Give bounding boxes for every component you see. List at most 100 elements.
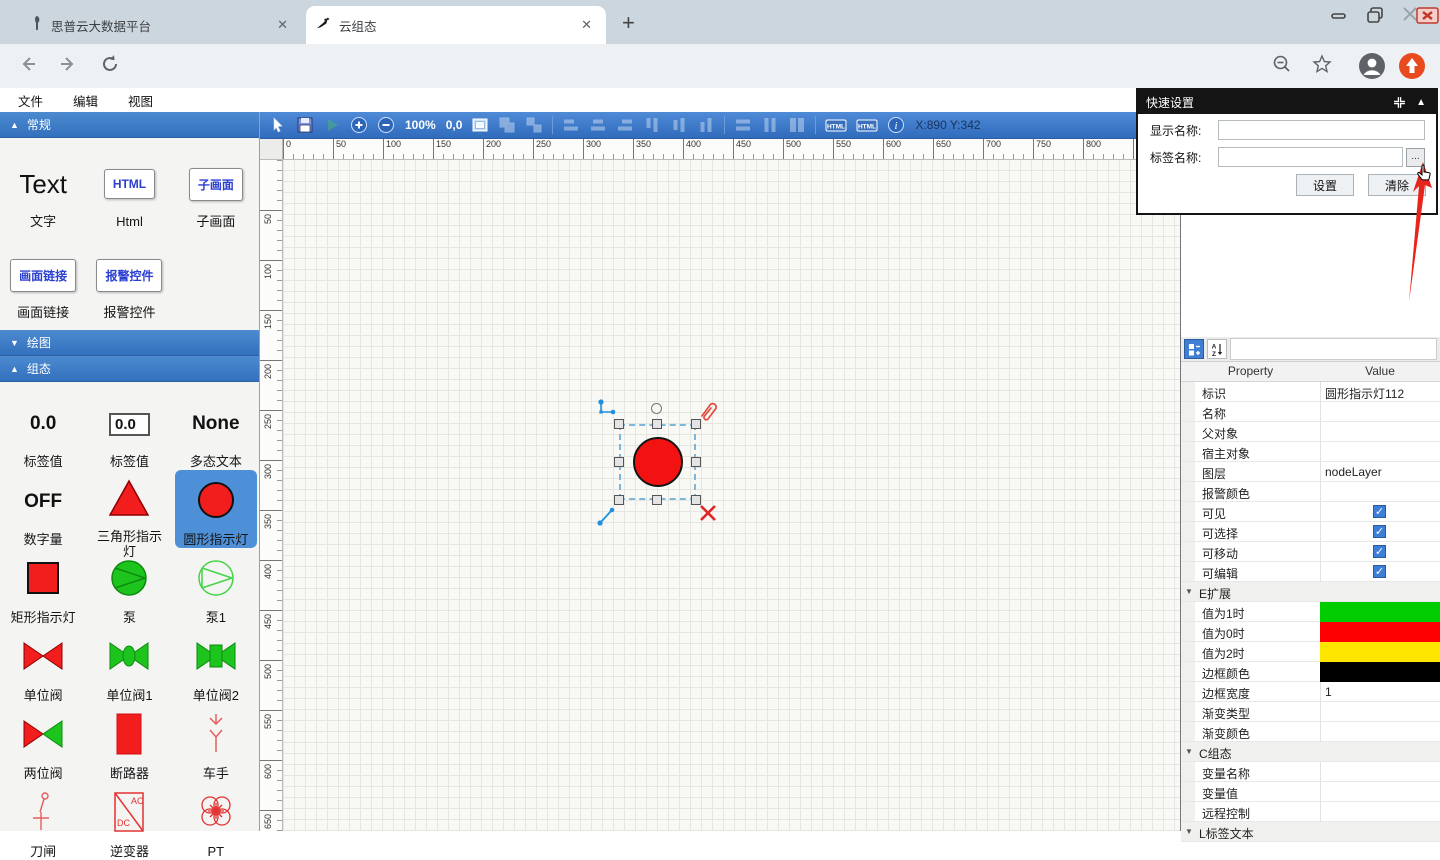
apply-button[interactable]: 设置 (1296, 174, 1354, 196)
checkbox-checked[interactable]: ✓ (1373, 525, 1386, 538)
tag-name-input[interactable] (1218, 147, 1403, 167)
palette-item-标签值[interactable]: 0.0标签值 (2, 392, 84, 470)
attach-paperclip-icon[interactable] (698, 400, 720, 429)
line-tool-icon[interactable] (596, 505, 618, 532)
resize-handle[interactable] (614, 495, 624, 505)
reload-icon[interactable] (100, 54, 120, 80)
dock-collapse-icon[interactable] (1393, 96, 1406, 109)
profile-avatar-icon[interactable] (1358, 52, 1386, 85)
color-swatch[interactable] (1320, 622, 1440, 642)
palette-group-header-绘图[interactable]: ▼绘图 (0, 330, 259, 356)
rotate-handle[interactable] (651, 403, 662, 414)
window-restore-button[interactable] (1364, 6, 1386, 29)
resize-handle[interactable] (614, 457, 624, 467)
display-name-input[interactable] (1218, 120, 1425, 140)
triangle-red-icon (107, 476, 151, 525)
forward-icon[interactable] (58, 54, 78, 80)
toolbar-html-export-icon[interactable]: HTML (825, 116, 847, 134)
palette-item-画面链接[interactable]: 画面链接画面链接 (2, 243, 84, 320)
sample-text: None (192, 413, 240, 435)
palette-item-单位阀[interactable]: 单位阀 (2, 626, 84, 704)
new-tab-button[interactable]: + (622, 10, 635, 36)
h-ruler-tick: 150 (433, 139, 451, 160)
palette-item-两位阀[interactable]: 两位阀 (2, 704, 84, 782)
palette-item-刀闸[interactable]: 刀闸 (2, 782, 84, 860)
valve-red-icon (21, 634, 65, 683)
back-icon[interactable] (18, 54, 38, 80)
checkbox-checked[interactable]: ✓ (1373, 505, 1386, 518)
selected-circle-indicator-shape[interactable] (633, 437, 683, 487)
menu-item-视图[interactable]: 视图 (128, 91, 153, 110)
palette-item-矩形指示灯[interactable]: 矩形指示灯 (2, 548, 84, 626)
color-swatch[interactable] (1320, 642, 1440, 662)
property-value[interactable]: 圆形指示灯112 (1325, 385, 1437, 402)
toolbar-cursor-icon[interactable] (269, 116, 287, 134)
property-row-渐变颜色: 渐变颜色 (1181, 722, 1440, 742)
menu-item-文件[interactable]: 文件 (18, 91, 43, 110)
property-row-父对象: 父对象 (1181, 422, 1440, 442)
toolbar-zoom-in-icon[interactable] (350, 116, 368, 134)
toolbar-canvas-grid-icon[interactable] (471, 116, 489, 134)
inverter-icon: ACDC (107, 790, 151, 839)
property-value[interactable]: nodeLayer (1325, 465, 1437, 479)
property-row-C组态[interactable]: ▼C组态 (1181, 742, 1440, 762)
checkbox-checked[interactable]: ✓ (1373, 545, 1386, 558)
window-minimize-button[interactable] (1328, 6, 1350, 29)
palette-group-header-组态[interactable]: ▲组态 (0, 356, 259, 382)
v-ruler-tick: 100 (260, 260, 283, 261)
palette-item-文字[interactable]: Text文字 (2, 152, 84, 229)
property-value[interactable]: 1 (1325, 685, 1437, 699)
delete-x-icon[interactable] (698, 503, 718, 528)
menu-item-编辑[interactable]: 编辑 (73, 91, 98, 110)
design-canvas[interactable] (283, 160, 1180, 831)
browser-tab-scada[interactable]: 云组态 ✕ (306, 6, 606, 44)
resize-handle[interactable] (652, 495, 662, 505)
quick-settings-header[interactable]: 快速设置 ▲ (1138, 90, 1436, 114)
palette-item-三角形指示灯[interactable]: 三角形指示灯 (88, 470, 170, 548)
palette-item-数字量[interactable]: OFF数字量 (2, 470, 84, 548)
palette-item-子画面[interactable]: 子画面子画面 (175, 152, 257, 229)
property-row-L标签文本[interactable]: ▼L标签文本 (1181, 822, 1440, 842)
browser-brand-icon[interactable] (1398, 52, 1426, 85)
palette-item-报警控件[interactable]: 报警控件报警控件 (88, 243, 170, 320)
palette-item-Html[interactable]: HTMLHtml (88, 152, 170, 229)
resize-handle[interactable] (652, 419, 662, 429)
browser-tab-platform[interactable]: 思普云大数据平台 ✕ (20, 6, 302, 44)
resize-handle[interactable] (691, 457, 701, 467)
tab-close-icon[interactable]: ✕ (577, 15, 596, 35)
v-ruler-tick: 650 (260, 810, 283, 811)
palette-item-圆形指示灯[interactable]: 圆形指示灯 (175, 470, 257, 548)
palette-item-多态文本[interactable]: None多态文本 (175, 392, 257, 470)
palette-item-断路器[interactable]: 断路器 (88, 704, 170, 782)
tag-browse-button[interactable]: ... (1406, 148, 1425, 167)
toolbar-info-icon[interactable]: i (887, 116, 905, 134)
zoom-out-page-icon[interactable] (1272, 54, 1292, 80)
svg-text:HTML: HTML (858, 124, 876, 131)
palette-item-标签值[interactable]: 0.0标签值 (88, 392, 170, 470)
property-row-E扩展[interactable]: ▼E扩展 (1181, 582, 1440, 602)
sample-button: HTML (104, 169, 155, 199)
palette-item-泵[interactable]: 泵 (88, 548, 170, 626)
palette-group-header-常规[interactable]: ▲常规 (0, 112, 259, 138)
sort-az-button[interactable]: AZ (1207, 339, 1227, 359)
toolbar-zoom-out-icon[interactable] (377, 116, 395, 134)
color-swatch[interactable] (1320, 602, 1440, 622)
checkbox-checked[interactable]: ✓ (1373, 565, 1386, 578)
categorize-view-button[interactable] (1184, 339, 1204, 359)
collapse-panel-icon[interactable]: ▲ (1416, 97, 1426, 108)
toolbar-html-preview-icon[interactable]: HTML (856, 116, 878, 134)
palette-item-单位阀1[interactable]: 单位阀1 (88, 626, 170, 704)
toolbar-save-icon[interactable] (296, 116, 314, 134)
color-swatch[interactable] (1320, 662, 1440, 682)
tab-close-icon[interactable]: ✕ (273, 15, 292, 35)
connector-tool-icon[interactable] (596, 398, 618, 425)
palette-item-PT[interactable]: PT (175, 782, 257, 860)
palette-item-单位阀2[interactable]: 单位阀2 (175, 626, 257, 704)
bookmark-star-icon[interactable] (1312, 54, 1332, 80)
palette-item-车手[interactable]: 车手 (175, 704, 257, 782)
palette-item-泵1[interactable]: 泵1 (175, 548, 257, 626)
window-close-button[interactable] (1400, 4, 1440, 31)
clear-button[interactable]: 清除 (1368, 174, 1426, 196)
property-row-值为2时: 值为2时 (1181, 642, 1440, 662)
palette-item-逆变器[interactable]: ACDC逆变器 (88, 782, 170, 860)
